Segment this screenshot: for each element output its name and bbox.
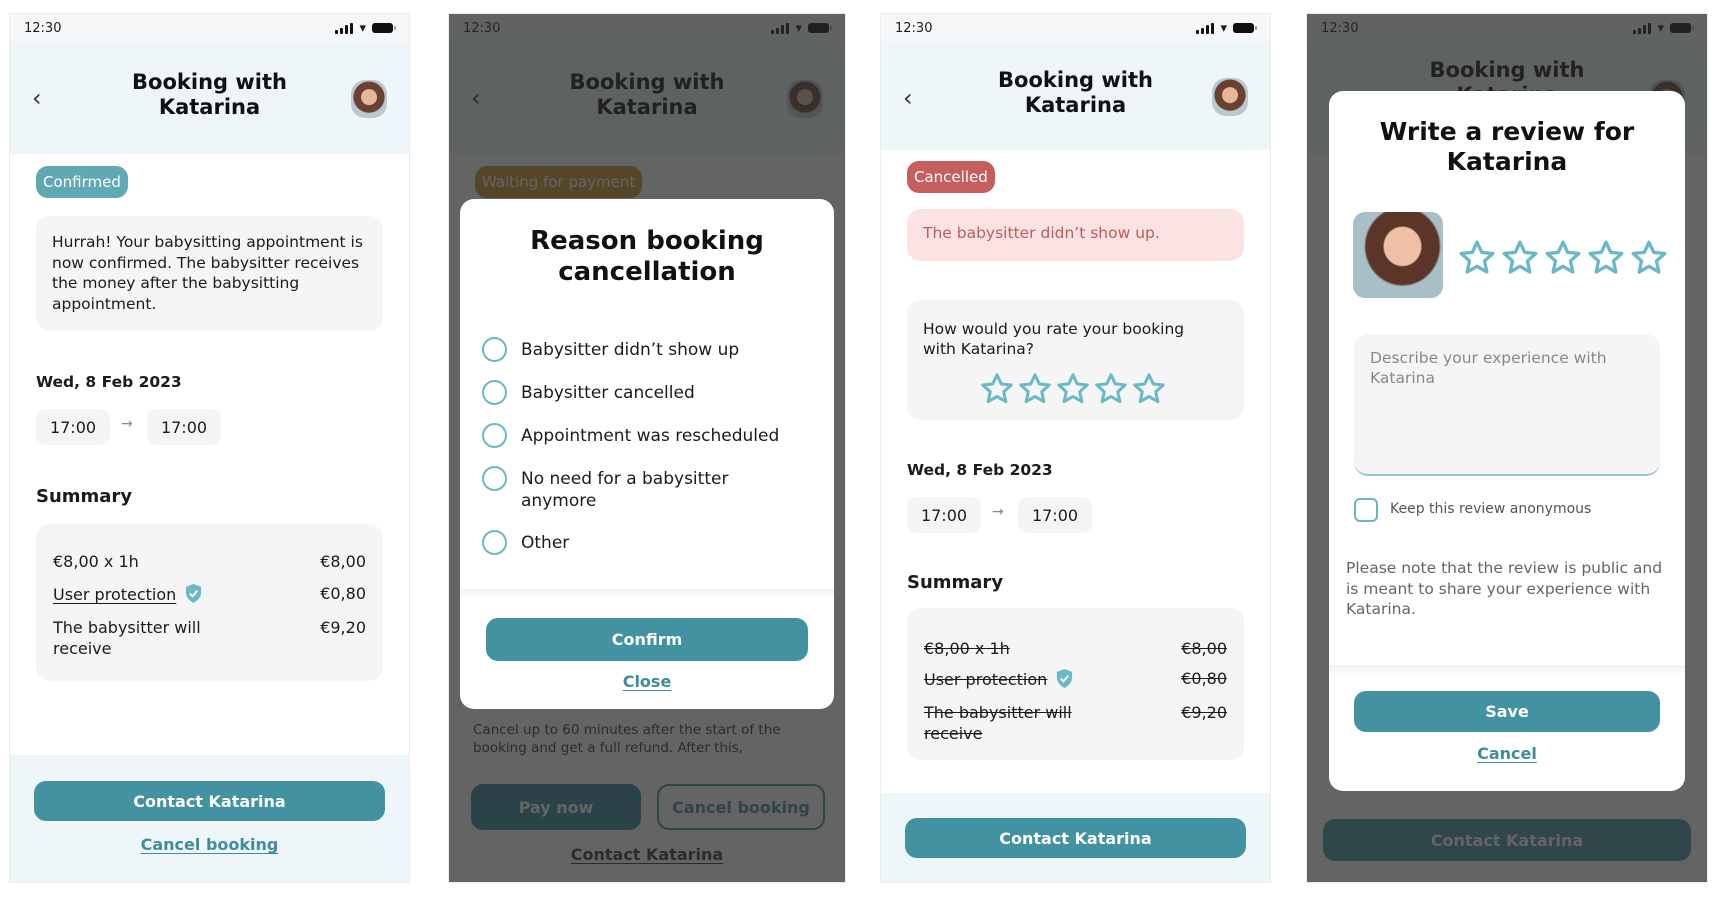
avatar[interactable] [1212, 78, 1248, 116]
user-protection-link[interactable]: User protection [53, 585, 176, 604]
star-icon[interactable] [1629, 238, 1669, 278]
status-time: 12:30 [24, 20, 62, 36]
radio-button[interactable] [482, 380, 507, 405]
radio-button[interactable] [482, 423, 507, 448]
wifi-icon: ▾ [1220, 20, 1227, 36]
radio-button[interactable] [482, 466, 507, 491]
review-modal: Write a review for Katarina Describe you… [1329, 91, 1685, 791]
user-protection-label: User protection [924, 670, 1048, 689]
battery-icon [372, 23, 396, 33]
status-bar: 12:30 ▾ [10, 14, 409, 42]
signal-icon [1196, 22, 1215, 34]
start-time[interactable]: 17:00 [907, 497, 981, 533]
star-icon[interactable] [1457, 238, 1497, 278]
status-badge: Confirmed [36, 166, 128, 198]
screen-cancellation-reason: 12:30 ▾ ‹ Booking with Katarina Waiting … [448, 13, 846, 883]
footer: Contact Katarina Cancel booking [10, 755, 409, 882]
rating-prompt: How would you rate your booking with Kat… [923, 320, 1185, 358]
contact-button[interactable]: Contact Katarina [34, 781, 385, 821]
battery-icon [1233, 23, 1257, 33]
summary-card: €8,00 x 1h €8,00 User protection €0,80 T… [36, 524, 383, 681]
save-button[interactable]: Save [1354, 691, 1660, 732]
summary-card: €8,00 x 1h €8,00 User protection €0,80 T… [907, 608, 1244, 760]
star-rating[interactable] [1457, 238, 1672, 278]
cancel-link[interactable]: Cancel [1329, 744, 1685, 763]
arrow-right-icon: → [121, 416, 133, 432]
confirm-button[interactable]: Confirm [486, 618, 808, 661]
radio-button[interactable] [482, 530, 507, 555]
footer: Contact Katarina [881, 793, 1270, 882]
star-icon[interactable] [1586, 238, 1626, 278]
summary-title: Summary [36, 486, 133, 507]
signal-icon [335, 22, 354, 34]
arrow-right-icon: → [992, 504, 1004, 520]
radio-button[interactable] [482, 337, 507, 362]
star-icon[interactable] [1131, 371, 1167, 407]
divider [1329, 665, 1685, 675]
header: ‹ Booking with Katarina [10, 42, 409, 154]
screen-confirmed: 12:30 ▾ ‹ Booking with Katarina Confirme… [9, 13, 410, 883]
anonymous-label: Keep this review anonymous [1390, 501, 1592, 517]
rating-card: How would you rate your booking with Kat… [907, 300, 1244, 420]
star-icon[interactable] [1093, 371, 1129, 407]
star-icon[interactable] [1017, 371, 1053, 407]
public-review-note: Please note that the review is public an… [1346, 559, 1663, 618]
summary-row: User protection €0,80 [924, 669, 1227, 689]
booking-date: Wed, 8 Feb 2023 [36, 373, 182, 391]
reason-option[interactable]: Other [482, 530, 569, 555]
cancellation-modal: Reason booking cancellation Babysitter d… [460, 199, 834, 709]
anonymous-checkbox[interactable] [1354, 498, 1378, 522]
summary-row: The babysitter will receive €9,20 [53, 618, 366, 658]
chevron-left-icon[interactable]: ‹ [32, 86, 42, 110]
cancellation-alert: The babysitter didn’t show up. [907, 209, 1244, 261]
star-icon[interactable] [1055, 371, 1091, 407]
summary-row: The babysitter will receive €9,20 [924, 703, 1227, 743]
chevron-left-icon[interactable]: ‹ [903, 86, 913, 110]
star-icon[interactable] [1543, 238, 1583, 278]
status-bar: 12:30 ▾ [881, 14, 1270, 42]
status-badge: Cancelled [907, 161, 995, 193]
close-link[interactable]: Close [460, 672, 834, 691]
summary-row: User protection €0,80 [53, 584, 366, 604]
booking-date: Wed, 8 Feb 2023 [907, 461, 1053, 479]
contact-button[interactable]: Contact Katarina [905, 818, 1246, 858]
confirmation-message: Hurrah! Your babysitting appointment is … [36, 216, 383, 331]
end-time[interactable]: 17:00 [147, 409, 221, 445]
page-title: Booking with Katarina [132, 70, 287, 119]
wifi-icon: ▾ [359, 20, 366, 36]
reason-option[interactable]: Babysitter didn’t show up [482, 337, 739, 362]
modal-title: Reason booking cancellation [530, 226, 764, 287]
modal-title: Write a review for Katarina [1379, 117, 1635, 176]
reason-option[interactable]: No need for a babysitter anymore [482, 466, 742, 512]
cancel-booking-link[interactable]: Cancel booking [10, 835, 409, 854]
review-textarea[interactable]: Describe your experience with Katarina [1354, 334, 1660, 476]
summary-row: €8,00 x 1h €8,00 [924, 639, 1227, 658]
shield-check-icon [186, 584, 202, 603]
summary-title: Summary [907, 572, 1004, 593]
star-icon[interactable] [1500, 238, 1540, 278]
shield-check-icon [1057, 669, 1073, 688]
reason-option[interactable]: Appointment was rescheduled [482, 423, 779, 448]
header: ‹ Booking with Katarina [881, 42, 1270, 150]
summary-row: €8,00 x 1h €8,00 [53, 552, 366, 571]
screen-write-review: 12:30 ▾ ‹ Booking with Katarina Contact … [1306, 13, 1708, 883]
reason-option[interactable]: Babysitter cancelled [482, 380, 695, 405]
page-title: Booking with Katarina [998, 68, 1153, 117]
status-time: 12:30 [895, 20, 933, 36]
babysitter-photo [1353, 212, 1443, 298]
end-time[interactable]: 17:00 [1018, 497, 1092, 533]
star-rating[interactable] [979, 371, 1169, 407]
divider [460, 589, 834, 599]
screen-cancelled: 12:30 ▾ ‹ Booking with Katarina Cancelle… [880, 13, 1271, 883]
star-icon[interactable] [979, 371, 1015, 407]
start-time[interactable]: 17:00 [36, 409, 110, 445]
avatar[interactable] [351, 80, 387, 118]
